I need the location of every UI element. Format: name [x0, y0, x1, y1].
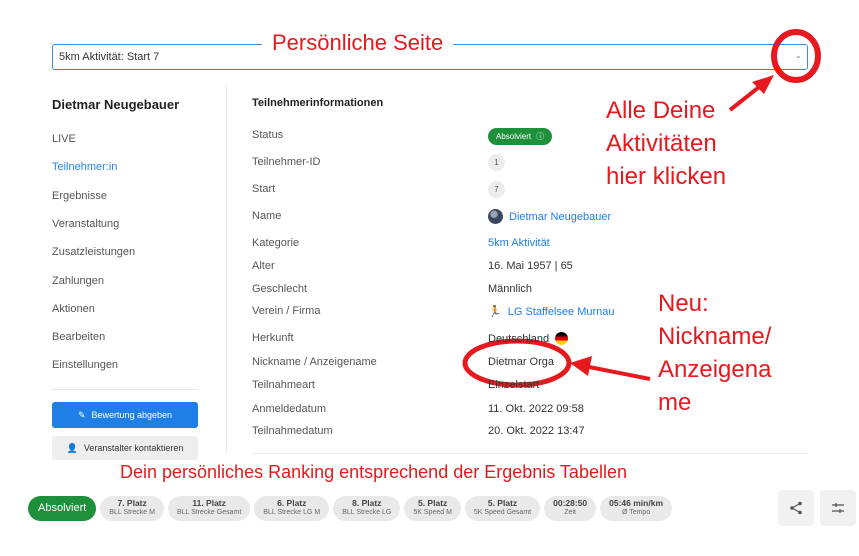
rate-button[interactable]: ✎ Bewertung abgeben	[52, 402, 198, 428]
label-status: Status	[252, 129, 284, 141]
sidebar-participant-name: Dietmar Neugebauer	[52, 97, 180, 112]
ranking-chip[interactable]: 7. Platz BLL Strecke M	[100, 495, 164, 521]
annotation-title: Persönliche Seite	[262, 30, 454, 56]
chevron-down-icon[interactable]: ⌄	[795, 51, 802, 60]
status-badge-text: Absolviert	[496, 132, 532, 141]
section-title: Teilnehmerinformationen	[252, 97, 384, 109]
ranking-chip[interactable]: 5. Platz 5K Speed Gesamt	[464, 495, 541, 521]
ranking-chip-category: BLL Strecke M	[109, 509, 155, 516]
label-gender: Geschlecht	[252, 283, 308, 295]
activity-select-value: 5km Aktivität: Start 7	[59, 51, 160, 63]
value-origin: Deutschland	[488, 332, 569, 345]
ranking-chip-place: 7. Platz	[117, 498, 147, 508]
time-chip-label: Zeit	[564, 509, 576, 516]
value-category[interactable]: 5km Aktivität	[488, 237, 550, 249]
sidebar-item-edit[interactable]: Bearbeiten	[52, 331, 105, 343]
sidebar-item-participant[interactable]: Teilnehmer:in	[52, 161, 117, 173]
pace-chip-label: Ø Tempo	[621, 509, 651, 516]
annotation-activities: Alle Deine Aktivitäten hier klicken	[606, 97, 727, 190]
participant-name-link[interactable]: Dietmar Neugebauer	[509, 211, 611, 223]
sidebar-item-settings[interactable]: Einstellungen	[52, 359, 118, 371]
pace-chip-value: 05:46 min/km	[609, 498, 664, 508]
value-status: Absolviert ⓘ	[488, 128, 553, 145]
filter-icon	[832, 503, 844, 513]
sidebar-item-payments[interactable]: Zahlungen	[52, 275, 104, 287]
status-badge: Absolviert ⓘ	[488, 128, 553, 145]
content-divider	[226, 84, 227, 454]
value-gender: Männlich	[488, 283, 533, 295]
label-start: Start	[252, 183, 276, 195]
share-icon	[790, 501, 802, 515]
sidebar-item-live[interactable]: LIVE	[52, 133, 76, 145]
origin-text: Deutschland	[488, 332, 550, 345]
ranking-chip-category: BLL Strecke LG M	[263, 509, 321, 516]
value-nickname: Dietmar Orga	[488, 356, 555, 368]
value-registration-date: 11. Okt. 2022 09:58	[488, 403, 584, 415]
flag-germany-icon	[555, 332, 569, 345]
value-name[interactable]: Dietmar Neugebauer	[488, 209, 611, 224]
time-chip[interactable]: 00:28:50 Zeit	[544, 495, 597, 521]
ranking-chip[interactable]: 6. Platz BLL Strecke LG M	[254, 495, 330, 521]
label-age: Alter	[252, 260, 275, 272]
ranking-chip[interactable]: 5. Platz 5K Speed M	[404, 495, 461, 521]
label-registration-date: Anmeldedatum	[252, 403, 326, 415]
share-button[interactable]	[778, 490, 814, 526]
label-name: Name	[252, 210, 282, 222]
label-participant-id: Teilnehmer-ID	[252, 156, 321, 168]
ranking-bar: Absolviert 7. Platz BLL Strecke M 11. Pl…	[28, 495, 673, 521]
value-club[interactable]: 🏃 LG Staffelsee Murnau	[488, 305, 615, 319]
info-icon[interactable]: ⓘ	[536, 131, 544, 142]
annotation-arrow-nickname	[583, 364, 651, 381]
label-participation-type: Teilnahmeart	[252, 379, 315, 391]
club-link[interactable]: LG Staffelsee Murnau	[508, 306, 615, 318]
annotation-ranking: Dein persönliches Ranking entsprechend d…	[120, 462, 627, 482]
ranking-chip-category: BLL Strecke Gesamt	[176, 509, 242, 516]
filter-button[interactable]	[820, 490, 856, 526]
ranking-chip-category: BLL Strecke LG	[342, 509, 392, 516]
label-nickname: Nickname / Anzeigename	[252, 356, 377, 368]
contact-organizer-label: Veranstalter kontaktieren	[83, 443, 184, 453]
ranking-chip-place: 8. Platz	[352, 498, 382, 508]
pace-chip[interactable]: 05:46 min/km Ø Tempo	[600, 495, 673, 521]
sidebar-item-extras[interactable]: Zusatzleistungen	[52, 246, 135, 258]
rate-button-label: Bewertung abgeben	[91, 410, 173, 420]
value-participant-id: 1	[488, 154, 505, 171]
participant-id-badge: 1	[488, 154, 505, 171]
start-number-badge: 7	[488, 181, 505, 198]
ranking-chip-place: 6. Platz	[277, 498, 307, 508]
label-participation-date: Teilnahmedatum	[252, 425, 333, 437]
ranking-chip[interactable]: 8. Platz BLL Strecke LG	[333, 495, 401, 521]
contact-organizer-button[interactable]: 👤 Veranstalter kontaktieren	[52, 436, 198, 460]
sidebar-divider	[52, 389, 198, 390]
ranking-chip[interactable]: 11. Platz BLL Strecke Gesamt	[167, 495, 251, 521]
annotation-arrow-select	[728, 78, 770, 112]
details-bottom-divider	[252, 453, 808, 454]
label-club: Verein / Firma	[252, 305, 321, 317]
ranking-chip-category: 5K Speed M	[413, 509, 452, 516]
value-start: 7	[488, 181, 505, 198]
edit-icon: ✎	[77, 409, 86, 420]
user-add-icon: 👤	[66, 442, 78, 453]
ranking-chip-category: 5K Speed Gesamt	[473, 509, 532, 516]
sidebar-item-actions[interactable]: Aktionen	[52, 303, 95, 315]
ranking-chip-place: 11. Platz	[192, 498, 226, 508]
ranking-chip-place: 5. Platz	[487, 498, 518, 508]
value-participation-type: Einzelstart	[488, 379, 540, 391]
ranking-chip-place: 5. Platz	[417, 498, 448, 508]
annotation-arrowhead-nickname	[570, 356, 592, 376]
value-age: 16. Mai 1957 | 65	[488, 260, 573, 272]
ranking-status-chip[interactable]: Absolviert	[28, 495, 97, 521]
sidebar-item-event[interactable]: Veranstaltung	[52, 218, 119, 230]
runners-icon: 🏃	[488, 306, 502, 318]
sidebar-item-results[interactable]: Ergebnisse	[52, 190, 107, 202]
label-category: Kategorie	[252, 237, 300, 249]
time-chip-value: 00:28:50	[553, 498, 588, 508]
annotation-arrowhead-select	[752, 75, 774, 94]
label-origin: Herkunft	[252, 332, 294, 344]
annotation-nickname: Neu: Nickname/ Anzeigena me	[658, 290, 772, 416]
value-participation-date: 20. Okt. 2022 13:47	[488, 425, 585, 437]
avatar	[488, 209, 503, 224]
